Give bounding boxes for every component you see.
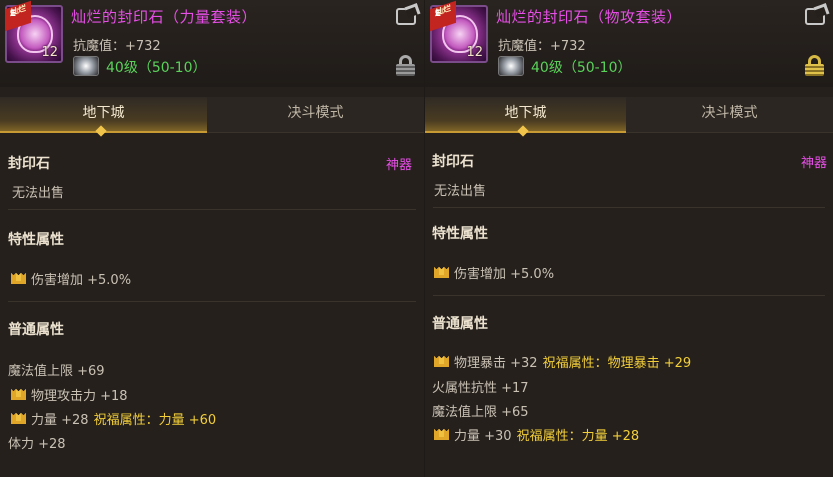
attr-text: 物理暴击 +32 bbox=[454, 356, 538, 371]
item-name: 灿烂的封印石（物攻套装） bbox=[496, 8, 683, 26]
bless-attr: 祝福属性：物理暴击 +29 bbox=[542, 356, 692, 371]
gem-icon bbox=[498, 56, 524, 76]
attr-text: 伤害增加 +5.0% bbox=[31, 273, 132, 288]
attr-text: 体力 +28 bbox=[8, 437, 66, 452]
normal-attr-row: 魔法值上限 +65 bbox=[432, 401, 529, 420]
mode-tabs: 地下城 决斗模式 bbox=[0, 97, 424, 137]
tooltip-header: 灿烂 E 12 灿烂的封印石（力量套装） 抗魔值：+732 40级（50-10） bbox=[0, 0, 424, 87]
bless-attr: 祝福属性：力量 +60 bbox=[93, 413, 217, 428]
attr-text: 魔法值上限 +65 bbox=[432, 405, 529, 420]
gem-icon bbox=[73, 56, 99, 76]
bless-attr: 祝福属性：力量 +28 bbox=[516, 429, 640, 444]
trade-status: 无法出售 bbox=[12, 186, 65, 201]
attr-text: 力量 +30 bbox=[454, 429, 512, 444]
share-icon[interactable] bbox=[805, 8, 825, 25]
item-count: 12 bbox=[466, 45, 483, 60]
share-icon[interactable] bbox=[396, 8, 416, 25]
attr-text: 火属性抗性 +17 bbox=[432, 381, 529, 396]
item-category: 封印石 bbox=[432, 154, 474, 170]
magic-resist-stat: 抗魔值：+732 bbox=[73, 39, 161, 54]
lock-icon[interactable] bbox=[396, 55, 415, 76]
item-tooltip-right: 灿烂 E 12 灿烂的封印石（物攻套装） 抗魔值：+732 40级（50-10）… bbox=[425, 0, 833, 477]
divider bbox=[433, 207, 825, 208]
normal-attr-row: 体力 +28 bbox=[8, 433, 66, 452]
divider bbox=[8, 209, 416, 210]
attr-text: 物理攻击力 +18 bbox=[31, 389, 128, 404]
divider bbox=[433, 295, 825, 296]
item-name: 灿烂的封印石（力量套装） bbox=[71, 8, 258, 26]
crown-icon bbox=[434, 356, 449, 367]
tooltip-header: 灿烂 E 12 灿烂的封印石（物攻套装） 抗魔值：+732 40级（50-10） bbox=[425, 0, 833, 87]
normal-attr-row: 力量 +30 祝福属性：力量 +28 bbox=[434, 425, 639, 444]
item-level: 40级（50-10） bbox=[106, 60, 207, 76]
crown-icon bbox=[11, 273, 26, 284]
special-attr-row: 伤害增加 +5.0% bbox=[11, 269, 131, 288]
trade-status: 无法出售 bbox=[434, 184, 487, 199]
normal-attr-title: 普通属性 bbox=[432, 316, 488, 332]
item-count: 12 bbox=[41, 45, 58, 60]
normal-attr-title: 普通属性 bbox=[8, 322, 64, 338]
normal-attr-row: 物理攻击力 +18 bbox=[11, 385, 128, 404]
special-attr-title: 特性属性 bbox=[8, 232, 64, 248]
attr-text: 魔法值上限 +69 bbox=[8, 364, 105, 379]
item-grade: E bbox=[435, 9, 442, 19]
item-tooltip-left: 灿烂 E 12 灿烂的封印石（力量套装） 抗魔值：+732 40级（50-10）… bbox=[0, 0, 424, 477]
mode-tabs: 地下城 决斗模式 bbox=[425, 97, 833, 137]
item-level: 40级（50-10） bbox=[531, 60, 632, 76]
special-attr-row: 伤害增加 +5.0% bbox=[434, 263, 554, 282]
attr-text: 伤害增加 +5.0% bbox=[454, 267, 555, 282]
normal-attr-row: 物理暴击 +32 祝福属性：物理暴击 +29 bbox=[434, 352, 691, 371]
tab-pvp[interactable]: 决斗模式 bbox=[626, 97, 833, 133]
normal-attr-row: 火属性抗性 +17 bbox=[432, 377, 529, 396]
seal-stone-icon[interactable]: 灿烂 E 12 bbox=[430, 0, 488, 63]
normal-attr-row: 魔法值上限 +69 bbox=[8, 360, 105, 379]
normal-attr-row: 力量 +28 祝福属性：力量 +60 bbox=[11, 409, 216, 428]
special-attr-title: 特性属性 bbox=[432, 226, 488, 242]
item-rarity: 神器 bbox=[800, 156, 827, 171]
seal-stone-icon[interactable]: 灿烂 E 12 bbox=[5, 0, 63, 63]
crown-icon bbox=[434, 267, 449, 278]
crown-icon bbox=[434, 429, 449, 440]
crown-icon bbox=[11, 389, 26, 400]
crown-icon bbox=[11, 413, 26, 424]
tab-pvp[interactable]: 决斗模式 bbox=[207, 97, 424, 133]
magic-resist-stat: 抗魔值：+732 bbox=[498, 39, 586, 54]
item-grade: E bbox=[10, 9, 17, 19]
divider bbox=[8, 301, 416, 302]
attr-text: 力量 +28 bbox=[31, 413, 89, 428]
lock-icon[interactable] bbox=[805, 55, 824, 76]
item-category: 封印石 bbox=[8, 156, 50, 172]
item-rarity: 神器 bbox=[385, 158, 412, 173]
